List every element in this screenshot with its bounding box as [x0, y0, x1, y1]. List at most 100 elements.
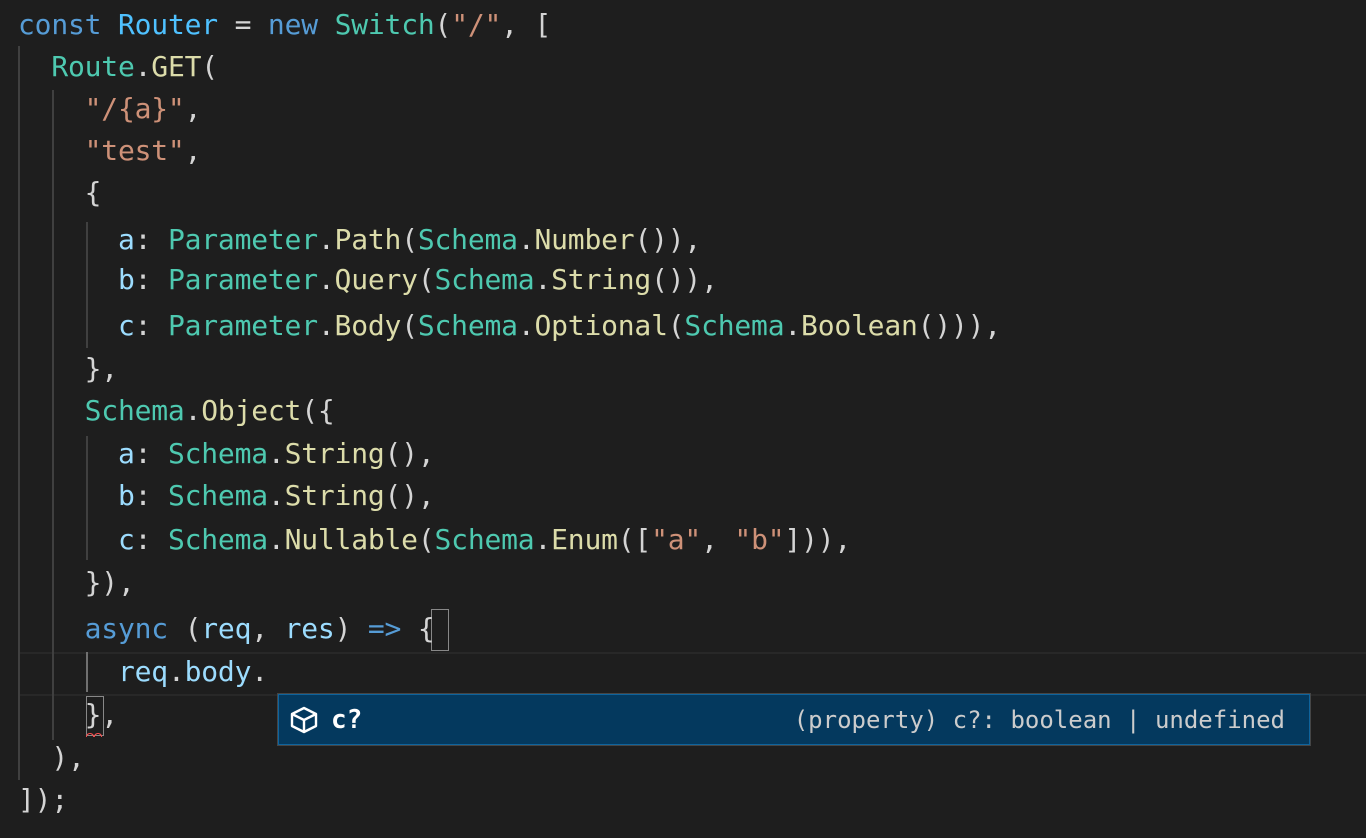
code-token: ()), [651, 263, 718, 296]
code-token: ( [167, 612, 202, 645]
suggest-widget[interactable]: c? (property) c?: boolean | undefined [277, 693, 1311, 746]
suggest-detail: (property) c?: boolean | undefined [793, 705, 1285, 734]
code-token: . [517, 309, 535, 342]
code-line[interactable]: Route.GET( [18, 46, 218, 88]
code-token: Schema [417, 223, 518, 256]
code-token: Nullable [284, 523, 418, 556]
code-line[interactable]: c: Parameter.Body(Schema.Optional(Schema… [18, 305, 1001, 347]
code-token: "/{a}" [84, 92, 185, 125]
code-token: Parameter [167, 223, 318, 256]
code-token: , [184, 92, 202, 125]
code-line[interactable]: }, [18, 694, 119, 736]
code-token: : [134, 263, 168, 296]
code-line[interactable]: "/{a}", [18, 88, 202, 130]
code-line[interactable]: }), [18, 562, 135, 604]
code-token: . [251, 655, 268, 688]
code-token: Parameter [167, 309, 318, 342]
code-line[interactable]: ), [18, 737, 85, 779]
code-token: { [18, 176, 102, 209]
code-token: Schema [167, 523, 268, 556]
code-token: . [317, 309, 335, 342]
code-token: a [117, 223, 135, 256]
suggest-item-selected[interactable]: c? (property) c?: boolean | undefined [278, 694, 1310, 745]
code-token: (), [384, 479, 435, 512]
code-token: . [267, 437, 285, 470]
code-token: Body [334, 309, 402, 342]
code-token: ( [401, 309, 418, 342]
code-token: "b" [734, 523, 785, 556]
property-cube-icon [287, 703, 321, 737]
code-token: Router [117, 8, 218, 41]
code-line[interactable]: a: Schema.String(), [18, 433, 435, 475]
code-token: String [551, 263, 652, 296]
code-token: a [117, 437, 135, 470]
code-line[interactable]: "test", [18, 130, 202, 172]
code-token: c [117, 523, 135, 556]
code-line[interactable]: b: Parameter.Query(Schema.String()), [18, 259, 718, 301]
code-token: Schema [167, 479, 268, 512]
code-line[interactable]: }, [18, 348, 119, 390]
code-token: => [367, 612, 402, 645]
code-token: new [267, 8, 318, 41]
code-token: , [184, 134, 202, 167]
code-token: = [217, 8, 268, 41]
code-token: . [134, 50, 152, 83]
code-line[interactable]: { [18, 172, 102, 214]
code-line[interactable]: b: Schema.String(), [18, 475, 435, 517]
code-editor[interactable]: const Router = new Switch("/", [ Route.G… [0, 0, 1366, 838]
code-token: Route [51, 50, 135, 83]
code-token: "test" [84, 134, 185, 167]
code-token: : [134, 523, 168, 556]
code-line[interactable]: c: Schema.Nullable(Schema.Enum(["a", "b"… [18, 519, 851, 561]
code-token: ) [334, 612, 368, 645]
code-token: . [534, 263, 552, 296]
code-line[interactable]: a: Parameter.Path(Schema.Number()), [18, 219, 701, 261]
code-token: ())), [917, 309, 1001, 342]
code-token: , [ [501, 8, 552, 41]
code-token: ([ [617, 523, 652, 556]
code-token: "/" [451, 8, 502, 41]
code-token: ( [201, 50, 218, 83]
code-token: ( [667, 309, 685, 342]
code-line[interactable]: ]); [18, 779, 68, 821]
code-token: c [117, 309, 135, 342]
code-token: Object [201, 394, 302, 427]
code-token: ( [417, 523, 435, 556]
code-token: . [267, 479, 285, 512]
code-token: Schema [417, 309, 518, 342]
code-token: . [784, 309, 802, 342]
code-line[interactable]: Schema.Object({ [18, 390, 335, 432]
code-token: req [201, 612, 252, 645]
code-token: const [18, 8, 102, 41]
code-token: ({ [301, 394, 335, 427]
code-token: }, [18, 352, 119, 385]
code-line[interactable]: req.body. [18, 651, 268, 693]
code-token: Query [334, 263, 418, 296]
code-token: . [184, 394, 202, 427]
code-token: Optional [534, 309, 668, 342]
code-token: , [251, 612, 285, 645]
code-token: , [701, 523, 735, 556]
code-token: . [167, 655, 185, 688]
code-token: ( [417, 263, 435, 296]
code-line[interactable]: async (req, res) => { [18, 608, 435, 650]
code-token: ( [401, 223, 418, 256]
suggest-label: c? [331, 704, 363, 735]
code-token: Switch [334, 8, 435, 41]
code-line[interactable]: const Router = new Switch("/", [ [18, 4, 551, 46]
code-token: . [517, 223, 535, 256]
code-token: res [284, 612, 335, 645]
code-token: . [534, 523, 552, 556]
code-token: Schema [167, 437, 268, 470]
code-token: String [284, 437, 385, 470]
